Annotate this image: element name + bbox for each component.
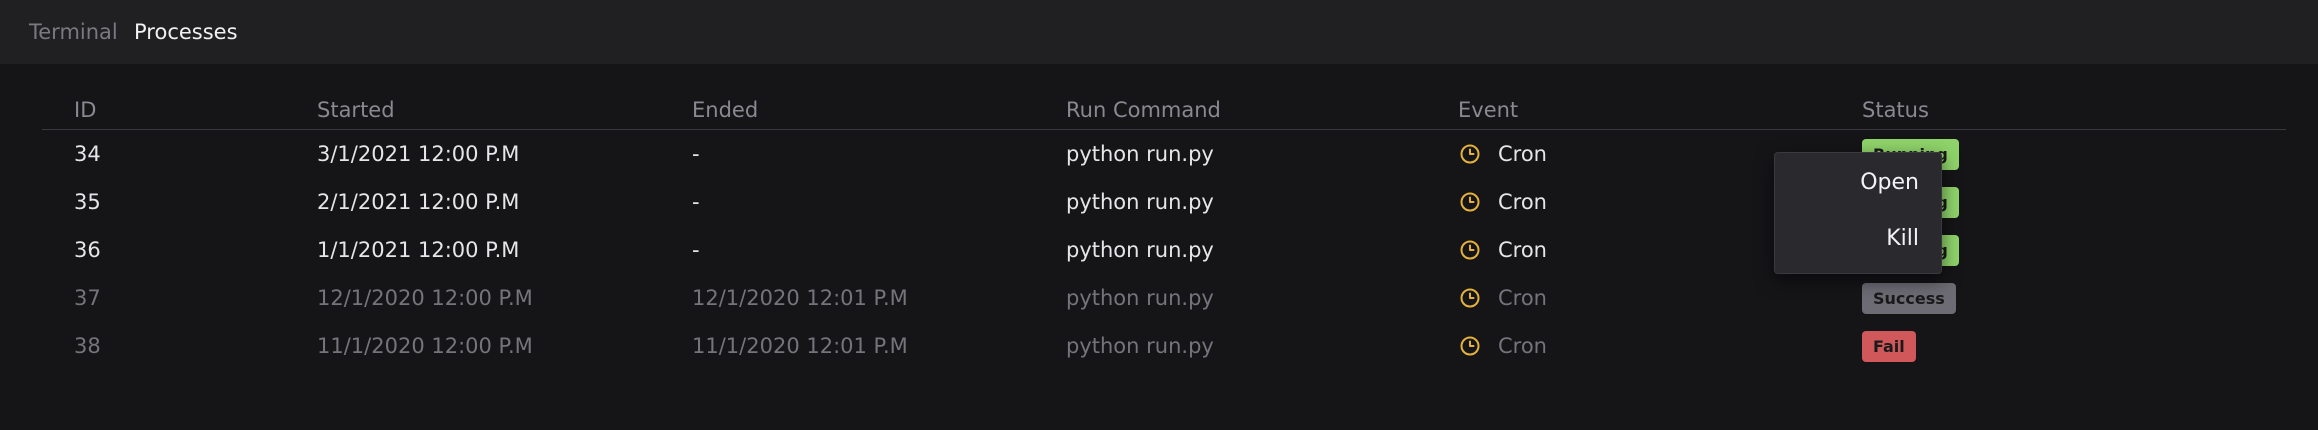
clock-icon <box>1459 287 1481 309</box>
cell-started: 3/1/2021 12:00 P.M <box>317 142 520 166</box>
cell-ended: - <box>692 238 700 262</box>
column-header-started[interactable]: Started <box>317 96 395 124</box>
cell-id: 34 <box>74 142 101 166</box>
cell-run-command: python run.py <box>1066 142 1214 166</box>
cell-ended: - <box>692 142 700 166</box>
menu-item-kill[interactable]: Kill <box>1886 225 1919 253</box>
clock-icon <box>1459 335 1481 357</box>
tab-terminal[interactable]: Terminal <box>29 18 118 46</box>
cell-id: 37 <box>74 286 101 310</box>
clock-icon <box>1459 191 1481 213</box>
cell-status: Success <box>1862 283 1956 314</box>
cell-id: 35 <box>74 190 101 214</box>
cell-started: 1/1/2021 12:00 P.M <box>317 238 520 262</box>
cell-run-command: python run.py <box>1066 334 1214 358</box>
cell-started: 11/1/2020 12:00 P.M <box>317 334 533 358</box>
tab-bar: Terminal Processes <box>0 0 2318 64</box>
table-row[interactable]: 352/1/2021 12:00 P.M-python run.pyCronRu… <box>42 178 2286 226</box>
cell-ended: 11/1/2020 12:01 P.M <box>692 334 908 358</box>
tab-processes[interactable]: Processes <box>134 18 238 46</box>
status-badge[interactable]: Fail <box>1862 331 1916 362</box>
table-row[interactable]: 361/1/2021 12:00 P.M-python run.pyCronRu… <box>42 226 2286 274</box>
cell-run-command: python run.py <box>1066 238 1214 262</box>
cell-event: Cron <box>1498 142 1547 166</box>
clock-icon <box>1459 239 1481 261</box>
cell-ended: 12/1/2020 12:01 P.M <box>692 286 908 310</box>
menu-item-open[interactable]: Open <box>1860 169 1919 197</box>
cell-run-command: python run.py <box>1066 190 1214 214</box>
column-header-run-command[interactable]: Run Command <box>1066 96 1221 124</box>
cell-started: 2/1/2021 12:00 P.M <box>317 190 520 214</box>
cell-status: Fail <box>1862 331 1916 362</box>
cell-event: Cron <box>1498 190 1547 214</box>
column-header-id[interactable]: ID <box>74 96 96 124</box>
clock-icon <box>1459 143 1481 165</box>
context-menu: Open Kill <box>1774 152 1942 274</box>
cell-ended: - <box>692 190 700 214</box>
cell-event: Cron <box>1498 238 1547 262</box>
cell-run-command: python run.py <box>1066 286 1214 310</box>
column-header-event[interactable]: Event <box>1458 96 1518 124</box>
column-header-ended[interactable]: Ended <box>692 96 758 124</box>
cell-started: 12/1/2020 12:00 P.M <box>317 286 533 310</box>
column-header-status[interactable]: Status <box>1862 96 1929 124</box>
cell-event: Cron <box>1498 334 1547 358</box>
table-row[interactable]: 38 11/1/2020 12:00 P.M 11/1/2020 12:01 P.M… <box>42 322 2286 370</box>
cell-id: 38 <box>74 334 101 358</box>
cell-event: Cron <box>1498 286 1547 310</box>
cell-id: 36 <box>74 238 101 262</box>
table-row[interactable]: 343/1/2021 12:00 P.M-python run.pyCronRu… <box>42 130 2286 178</box>
table-row[interactable]: 37 12/1/2020 12:00 P.M 12/1/2020 12:01 P.M… <box>42 274 2286 322</box>
status-badge[interactable]: Success <box>1862 283 1956 314</box>
